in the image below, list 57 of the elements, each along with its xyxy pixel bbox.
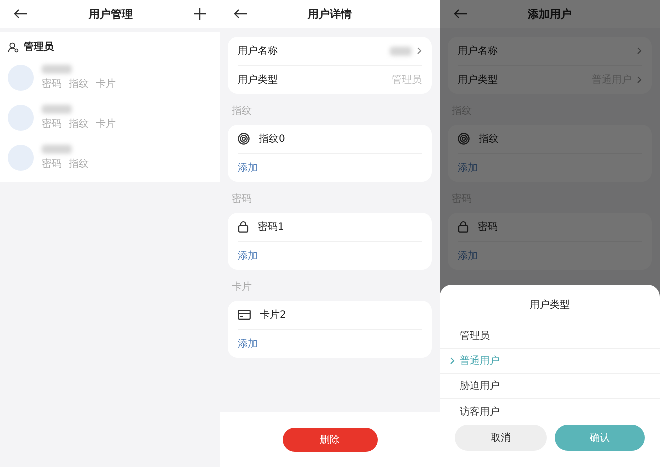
add-link[interactable]: 添加 <box>458 242 478 270</box>
unlock-method-label: 卡片 <box>96 118 116 131</box>
blurred-name <box>42 105 72 114</box>
page-title: 添加用户 <box>528 6 572 22</box>
field-value: 管理员 <box>392 74 422 87</box>
avatar <box>8 65 34 91</box>
back-icon[interactable] <box>234 9 248 19</box>
credential-name[interactable]: 密码1 <box>258 220 284 234</box>
group-label: 管理员 <box>24 40 54 54</box>
fingerprint-icon <box>458 133 470 145</box>
lock-icon <box>238 221 249 233</box>
user-type-option[interactable]: 胁迫用户 <box>460 379 500 393</box>
unlock-method-label: 密码 <box>42 118 62 131</box>
fingerprint-icon <box>238 133 250 145</box>
plus-icon[interactable] <box>194 8 206 20</box>
credential-name[interactable]: 密码 <box>478 220 498 234</box>
field-label: 用户名称 <box>238 44 278 58</box>
user-type-option[interactable]: 访客用户 <box>460 404 500 418</box>
chevron-icon[interactable] <box>637 47 642 55</box>
section-label: 指纹 <box>232 104 253 118</box>
page-title: 用户管理 <box>89 6 133 22</box>
avatar <box>8 145 34 171</box>
confirm-button[interactable]: 确认 <box>555 425 645 451</box>
avatar <box>8 105 34 131</box>
unlock-method-label: 指纹 <box>69 118 89 131</box>
chevron-icon[interactable] <box>637 76 642 84</box>
blurred-name <box>42 65 72 74</box>
blurred-name <box>42 145 72 154</box>
page-title: 用户详情 <box>308 6 352 22</box>
card-icon <box>238 310 251 320</box>
sheet-title: 用户类型 <box>530 298 570 312</box>
field-label: 用户名称 <box>458 44 498 58</box>
unlock-method-label: 密码 <box>42 78 62 91</box>
back-icon[interactable] <box>14 9 28 19</box>
user-type-option[interactable]: 普通用户 <box>460 354 500 368</box>
chevron-icon <box>450 357 455 365</box>
credential-name[interactable]: 卡片2 <box>260 308 286 322</box>
add-link[interactable]: 添加 <box>458 154 478 182</box>
lock-icon <box>458 221 469 233</box>
add-link[interactable]: 添加 <box>238 242 258 270</box>
cancel-button[interactable]: 取消 <box>455 425 547 451</box>
unlock-method-label: 密码 <box>42 158 62 171</box>
field-label: 用户类型 <box>238 74 278 87</box>
unlock-method-label: 卡片 <box>96 78 116 91</box>
add-link[interactable]: 添加 <box>238 154 258 182</box>
unlock-method-label: 指纹 <box>69 158 89 171</box>
add-link[interactable]: 添加 <box>238 330 258 358</box>
credential-name[interactable]: 指纹 <box>479 132 499 146</box>
credential-name[interactable]: 指纹0 <box>259 132 286 146</box>
delete-button[interactable]: 删除 <box>282 428 378 452</box>
unlock-method-label: 指纹 <box>69 78 89 91</box>
section-label: 密码 <box>232 192 253 206</box>
user-type-option[interactable]: 管理员 <box>460 329 490 343</box>
section-label: 卡片 <box>232 280 253 294</box>
user-gear-icon <box>8 42 19 52</box>
field-label: 用户类型 <box>458 74 498 87</box>
chevron-icon[interactable] <box>417 47 422 55</box>
